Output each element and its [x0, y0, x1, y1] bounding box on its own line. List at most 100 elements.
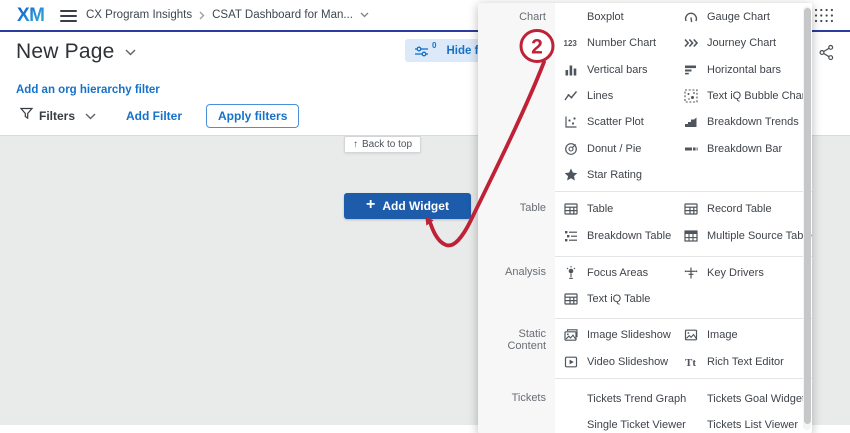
menu-item-label: Boxplot: [587, 11, 624, 23]
image-slideshow-icon: [563, 327, 579, 343]
menu-item-video-slideshow[interactable]: Video Slideshow: [555, 349, 675, 375]
menu-item-label: Multiple Source Table: [707, 230, 812, 242]
menu-item-record-table[interactable]: Record Table: [675, 196, 812, 222]
menu-item-table[interactable]: Table: [555, 196, 675, 222]
back-to-top-label: Back to top: [362, 139, 412, 150]
apply-filters-button[interactable]: Apply filters: [206, 104, 299, 128]
menu-item-breakdown-trends[interactable]: Breakdown Trends: [675, 109, 812, 135]
add-widget-button[interactable]: + Add Widget: [344, 193, 471, 219]
filters-label: Filters: [39, 109, 75, 123]
menu-item-label: Single Ticket Viewer: [587, 419, 686, 431]
section-items: Table Record Table Breakdown Table Multiple…: [555, 191, 812, 256]
filters-count-badge: 0: [432, 41, 436, 50]
menu-item-label: Tickets List Viewer: [707, 419, 798, 431]
menu-item-vertical-bars[interactable]: Vertical bars: [555, 57, 675, 83]
menu-section-table: TableTable Record Table Breakdown Table Mul…: [478, 191, 812, 256]
svg-text:Tt: Tt: [685, 357, 696, 369]
gauge-icon: [683, 9, 699, 25]
donut-pie-icon: [563, 141, 579, 157]
breakdown-bar-icon: [683, 141, 699, 157]
funnel-icon: [20, 107, 33, 125]
menu-item-label: Image: [707, 329, 738, 341]
scrollbar-thumb[interactable]: [804, 8, 811, 424]
menu-item-text-iq-table[interactable]: Text iQ Table: [555, 286, 675, 312]
menu-item-label: Text iQ Table: [587, 293, 650, 305]
menu-item-label: Image Slideshow: [587, 329, 671, 341]
app-grid-icon[interactable]: [814, 8, 834, 24]
menu-item-breakdown-table[interactable]: Breakdown Table: [555, 222, 675, 248]
plus-icon: +: [366, 197, 375, 213]
record-table-icon: [683, 201, 699, 217]
xm-logo: XM: [17, 5, 45, 27]
menu-item-rich-text-editor[interactable]: TtRich Text Editor: [675, 349, 812, 375]
menu-item-horizontal-bars[interactable]: Horizontal bars: [675, 57, 812, 83]
page-title-chevron-down-icon[interactable]: [125, 49, 136, 56]
chevron-right-icon: [199, 11, 205, 20]
widget-picker-menu: Chart Boxplot Gauge Chart123Number ChartJo…: [478, 3, 812, 433]
filters-chevron-down-icon[interactable]: [85, 107, 96, 125]
section-label: Chart: [478, 3, 555, 191]
menu-item-key-drivers[interactable]: Key Drivers: [675, 260, 812, 286]
add-org-hierarchy-filter-link[interactable]: Add an org hierarchy filter: [16, 84, 160, 96]
add-filter-link[interactable]: Add Filter: [126, 109, 182, 123]
journey-icon: [683, 35, 699, 51]
menu-item-focus-areas[interactable]: Focus Areas: [555, 260, 675, 286]
breadcrumb-dashboard[interactable]: CSAT Dashboard for Man...: [212, 9, 353, 21]
image-icon: [683, 327, 699, 343]
lines-icon: [563, 88, 579, 104]
menu-item-gauge-chart[interactable]: Gauge Chart: [675, 4, 812, 30]
menu-item-multiple-source-table[interactable]: Multiple Source Table: [675, 222, 812, 248]
section-label: Static Content: [478, 318, 555, 378]
menu-item-label: Table: [587, 203, 613, 215]
menu-item-label: Breakdown Bar: [707, 143, 782, 155]
menu-item-tickets-goal-widget[interactable]: Tickets Goal Widget: [675, 386, 812, 412]
menu-item-label: Breakdown Table: [587, 230, 671, 242]
menu-item-text-iq-bubble-chart[interactable]: Text iQ Bubble Chart: [675, 83, 812, 109]
menu-section-analysis: Analysis Focus Areas Key Drivers Text iQ Ta…: [478, 256, 812, 319]
focus-areas-icon: [563, 265, 579, 281]
key-drivers-icon: [683, 265, 699, 281]
section-items: Image Slideshow Image Video SlideshowTtRic…: [555, 318, 812, 378]
no-icon: [563, 417, 579, 433]
sliders-icon: [415, 45, 430, 57]
bubble-chart-icon: [683, 88, 699, 104]
menu-item-single-ticket-viewer[interactable]: Single Ticket Viewer: [555, 412, 675, 433]
menu-item-lines[interactable]: Lines: [555, 83, 675, 109]
menu-item-label: Tickets Goal Widget: [707, 393, 805, 405]
section-label: Analysis: [478, 256, 555, 319]
menu-item-label: Record Table: [707, 203, 772, 215]
menu-item-number-chart[interactable]: 123Number Chart: [555, 30, 675, 56]
menu-item-donut-pie[interactable]: Donut / Pie: [555, 135, 675, 161]
menu-item-image-slideshow[interactable]: Image Slideshow: [555, 322, 675, 348]
menu-item-label: Scatter Plot: [587, 116, 644, 128]
video-slideshow-icon: [563, 354, 579, 370]
hamburger-menu-icon[interactable]: [60, 10, 77, 22]
share-icon[interactable]: [818, 44, 835, 66]
menu-item-label: Donut / Pie: [587, 143, 641, 155]
menu-item-journey-chart[interactable]: Journey Chart: [675, 30, 812, 56]
menu-item-label: Key Drivers: [707, 267, 764, 279]
menu-item-scatter-plot[interactable]: Scatter Plot: [555, 109, 675, 135]
breadcrumb-project[interactable]: CX Program Insights: [86, 9, 192, 21]
arrow-up-icon: ↑: [353, 139, 358, 150]
menu-item-tickets-list-viewer[interactable]: Tickets List Viewer: [675, 412, 812, 433]
horizontal-bars-icon: [683, 62, 699, 78]
menu-item-label: Focus Areas: [587, 267, 648, 279]
breakdown-table-icon: [563, 228, 579, 244]
menu-scrollbar: [803, 6, 811, 430]
menu-item-label: Lines: [587, 90, 613, 102]
number-chart-icon: 123: [563, 35, 579, 51]
menu-item-image[interactable]: Image: [675, 322, 812, 348]
add-widget-label: Add Widget: [382, 199, 449, 213]
menu-item-star-rating[interactable]: Star Rating: [555, 162, 675, 188]
menu-section-static-content: Static Content Image Slideshow Image Video …: [478, 318, 812, 378]
vertical-bars-icon: [563, 62, 579, 78]
menu-item-breakdown-bar[interactable]: Breakdown Bar: [675, 135, 812, 161]
back-to-top-button[interactable]: ↑ Back to top: [344, 136, 421, 153]
textiq-table-icon: [563, 291, 579, 307]
section-items: Focus Areas Key Drivers Text iQ Table: [555, 256, 812, 319]
menu-item-boxplot[interactable]: Boxplot: [555, 4, 675, 30]
chevron-down-icon[interactable]: [360, 12, 369, 18]
breadcrumb: CX Program Insights CSAT Dashboard for M…: [86, 9, 369, 21]
menu-item-tickets-trend-graph[interactable]: Tickets Trend Graph: [555, 386, 675, 412]
